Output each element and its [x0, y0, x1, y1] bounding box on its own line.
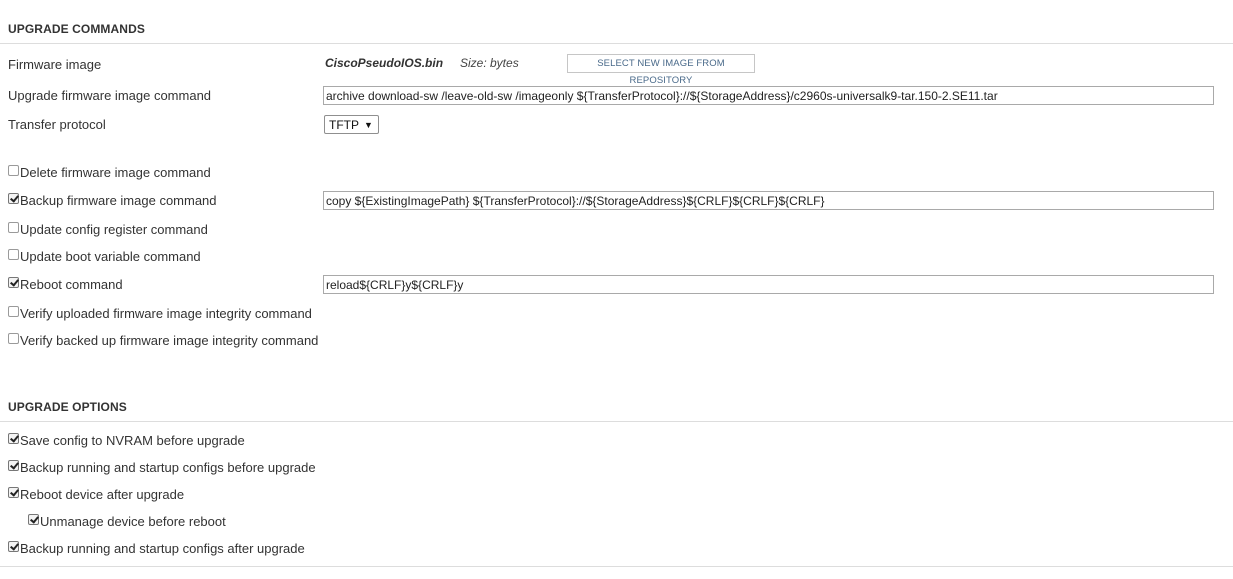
delete-command-checkbox[interactable] — [8, 165, 19, 176]
upgrade-commands-heading: UPGRADE COMMANDS — [8, 22, 145, 36]
reboot-command-row[interactable]: Reboot command — [8, 277, 123, 292]
backup-after-label: Backup running and startup configs after… — [20, 541, 305, 556]
reboot-after-row[interactable]: Reboot device after upgrade — [8, 487, 184, 502]
config-register-label: Update config register command — [20, 222, 208, 237]
transfer-protocol-label: Transfer protocol — [8, 117, 106, 132]
save-config-checkbox[interactable] — [8, 433, 19, 444]
boot-variable-row[interactable]: Update boot variable command — [8, 249, 201, 264]
reboot-after-checkbox[interactable] — [8, 487, 19, 498]
bottom-divider — [0, 566, 1233, 567]
config-register-row[interactable]: Update config register command — [8, 222, 208, 237]
unmanage-checkbox[interactable] — [28, 514, 39, 525]
unmanage-label: Unmanage device before reboot — [40, 514, 226, 529]
verify-backed-up-label: Verify backed up firmware image integrit… — [20, 333, 319, 348]
reboot-after-label: Reboot device after upgrade — [20, 487, 185, 502]
backup-before-row[interactable]: Backup running and startup configs befor… — [8, 460, 316, 475]
backup-command-row[interactable]: Backup firmware image command — [8, 193, 217, 208]
backup-command-label: Backup firmware image command — [20, 193, 217, 208]
verify-uploaded-row[interactable]: Verify uploaded firmware image integrity… — [8, 306, 312, 321]
transfer-protocol-select[interactable]: TFTP ▼ — [324, 115, 379, 134]
firmware-image-size: Size: bytes — [460, 56, 519, 70]
boot-variable-label: Update boot variable command — [20, 249, 201, 264]
reboot-command-checkbox[interactable] — [8, 277, 19, 288]
save-config-label: Save config to NVRAM before upgrade — [20, 433, 245, 448]
backup-after-checkbox[interactable] — [8, 541, 19, 552]
upgrade-command-input[interactable] — [323, 86, 1214, 105]
backup-command-checkbox[interactable] — [8, 193, 19, 204]
firmware-image-label: Firmware image — [8, 57, 102, 72]
save-config-row[interactable]: Save config to NVRAM before upgrade — [8, 433, 245, 448]
unmanage-row[interactable]: Unmanage device before reboot — [28, 514, 226, 529]
firmware-image-file-name: CiscoPseudoIOS.bin — [325, 56, 444, 70]
upgrade-options-divider — [0, 421, 1233, 422]
verify-uploaded-checkbox[interactable] — [8, 306, 19, 317]
backup-after-row[interactable]: Backup running and startup configs after… — [8, 541, 305, 556]
reboot-command-input[interactable] — [323, 275, 1214, 294]
verify-uploaded-label: Verify uploaded firmware image integrity… — [20, 306, 312, 321]
backup-before-checkbox[interactable] — [8, 460, 19, 471]
verify-backed-up-row[interactable]: Verify backed up firmware image integrit… — [8, 333, 318, 348]
delete-command-row[interactable]: Delete firmware image command — [8, 165, 211, 180]
config-register-checkbox[interactable] — [8, 222, 19, 233]
upgrade-commands-divider — [0, 43, 1233, 44]
reboot-command-label: Reboot command — [20, 277, 123, 292]
select-new-image-button[interactable]: SELECT NEW IMAGE FROM REPOSITORY — [567, 54, 755, 86]
backup-command-input[interactable] — [323, 191, 1214, 210]
transfer-protocol-value: TFTP — [329, 117, 359, 132]
boot-variable-checkbox[interactable] — [8, 249, 19, 260]
backup-before-label: Backup running and startup configs befor… — [20, 460, 316, 475]
upgrade-settings-page: UPGRADE COMMANDS Firmware image CiscoPse… — [0, 0, 1233, 579]
upgrade-options-heading: UPGRADE OPTIONS — [8, 400, 127, 414]
triangle-down-icon: ▼ — [364, 119, 373, 130]
delete-command-label: Delete firmware image command — [20, 165, 211, 180]
upgrade-command-label: Upgrade firmware image command — [8, 88, 212, 103]
verify-backed-up-checkbox[interactable] — [8, 333, 19, 344]
